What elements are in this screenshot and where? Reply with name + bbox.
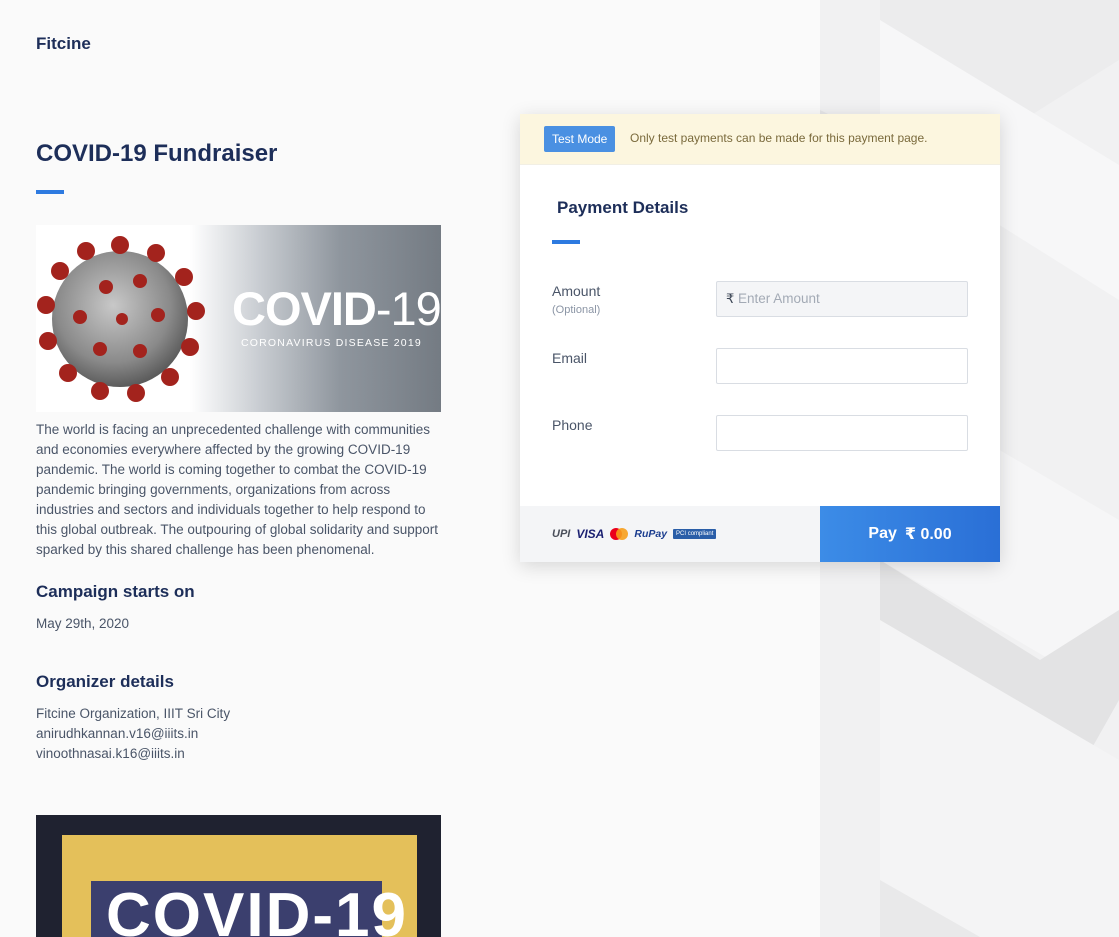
hero-subtitle: CORONAVIRUS DISEASE 2019 [241,337,422,349]
organizer-name: Fitcine Organization, IIIT Sri City [36,706,231,721]
organizer-email: anirudhkannan.v16@iiits.in [36,726,199,741]
amount-placeholder: Enter Amount [738,291,820,306]
campaign-description: The world is facing an unprecedented cha… [36,422,439,557]
campaign-poster-image: COVID-19 [36,815,441,937]
pci-compliant-logo: PCI compliant [673,529,717,539]
title-accent-bar [36,190,64,194]
page-title: COVID-19 Fundraiser [36,140,278,167]
payment-card: Test Mode Only test payments can be made… [520,114,1000,562]
email-field[interactable] [716,348,968,384]
poster-text: COVID-19 [106,881,408,937]
amount-optional-note: (Optional) [552,304,601,316]
test-mode-message: Only test payments can be made for this … [630,131,928,145]
test-mode-banner: Test Mode Only test payments can be made… [520,114,1000,165]
brand-logo[interactable]: Fitcine [36,34,91,54]
rupee-icon: ₹ [726,291,735,306]
campaign-start-heading: Campaign starts on [36,582,195,601]
phone-field[interactable] [716,415,968,451]
campaign-details: COVID-19 Fundraiser COVID-19 CORONAVIRUS… [36,140,441,764]
upi-logo: UPI [552,528,571,540]
organizer-info: Fitcine Organization, IIIT Sri City anir… [36,704,441,764]
pay-button[interactable]: Pay ₹ 0.00 [820,506,1000,562]
pay-button-label: Pay [868,525,897,542]
payment-details-title: Payment Details [557,198,689,217]
phone-label: Phone [552,417,593,433]
email-label: Email [552,350,588,366]
hero-headline: COVID-19 [232,282,441,335]
organizer-heading: Organizer details [36,672,174,691]
rupay-logo: RuPay [634,528,668,540]
campaign-start-date: May 29th, 2020 [36,616,130,631]
pay-button-amount: ₹ 0.00 [904,526,952,543]
test-mode-badge: Test Mode [544,126,616,152]
virus-illustration [37,236,205,402]
payment-title-accent [552,240,580,244]
organizer-email: vinoothnasai.k16@iiits.in [36,746,185,761]
amount-input[interactable]: ₹ Enter Amount [716,281,968,317]
payment-method-logos: UPI VISA RuPay PCI compliant [552,524,717,544]
visa-logo: VISA [576,527,605,541]
campaign-hero-image: COVID-19 CORONAVIRUS DISEASE 2019 [36,225,441,412]
payment-footer: UPI VISA RuPay PCI compliant Pay ₹ 0.00 [520,506,1000,562]
amount-label: Amount [552,283,601,299]
mastercard-logo [610,528,629,540]
